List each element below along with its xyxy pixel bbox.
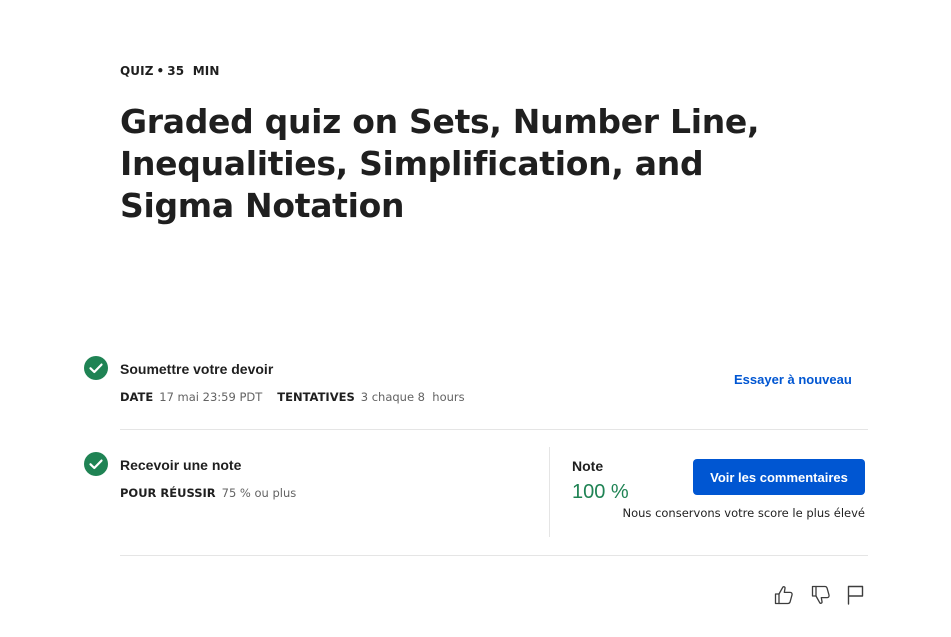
page-title: Graded quiz on Sets, Number Line, Inequa… <box>120 102 760 225</box>
view-feedback-button[interactable]: Voir les commentaires <box>693 459 865 495</box>
grade-step-title: Recevoir une note <box>120 457 242 473</box>
highest-score-note: Nous conservons votre score le plus élev… <box>622 506 866 520</box>
meta-separator: • <box>156 64 165 78</box>
due-date-value: 17 mai 23:59 PDT <box>159 390 263 404</box>
duration-number: 35 <box>167 64 185 78</box>
quiz-meta: QUIZ • 35 MIN <box>120 64 220 78</box>
try-again-link[interactable]: Essayer à nouveau <box>734 372 852 387</box>
attempts-value: 3 chaque 8 hours <box>360 390 465 404</box>
flag-icon[interactable] <box>844 583 868 607</box>
submit-step-details: DATE 17 mai 23:59 PDT TENTATIVES 3 chaque 8… <box>120 390 465 404</box>
divider <box>120 429 868 430</box>
pass-threshold-label: POUR RÉUSSIR <box>120 486 216 500</box>
vertical-divider <box>549 447 550 537</box>
thumbs-down-icon[interactable] <box>809 583 833 607</box>
thumbs-up-icon[interactable] <box>772 583 796 607</box>
divider <box>120 555 868 556</box>
duration-unit: MIN <box>192 64 220 78</box>
grade-step-details: POUR RÉUSSIR 75 % ou plus <box>120 486 296 500</box>
check-circle-icon <box>84 452 108 476</box>
grade-label: Note <box>572 458 604 474</box>
attempts-label: TENTATIVES <box>277 390 355 404</box>
check-circle-icon <box>84 356 108 380</box>
submit-step-title: Soumettre votre devoir <box>120 361 274 377</box>
pass-threshold-value: 75 % ou plus <box>221 486 297 500</box>
grade-value: 100 % <box>572 481 629 503</box>
due-date-label: DATE <box>120 390 154 404</box>
quiz-type-label: QUIZ <box>120 64 154 78</box>
